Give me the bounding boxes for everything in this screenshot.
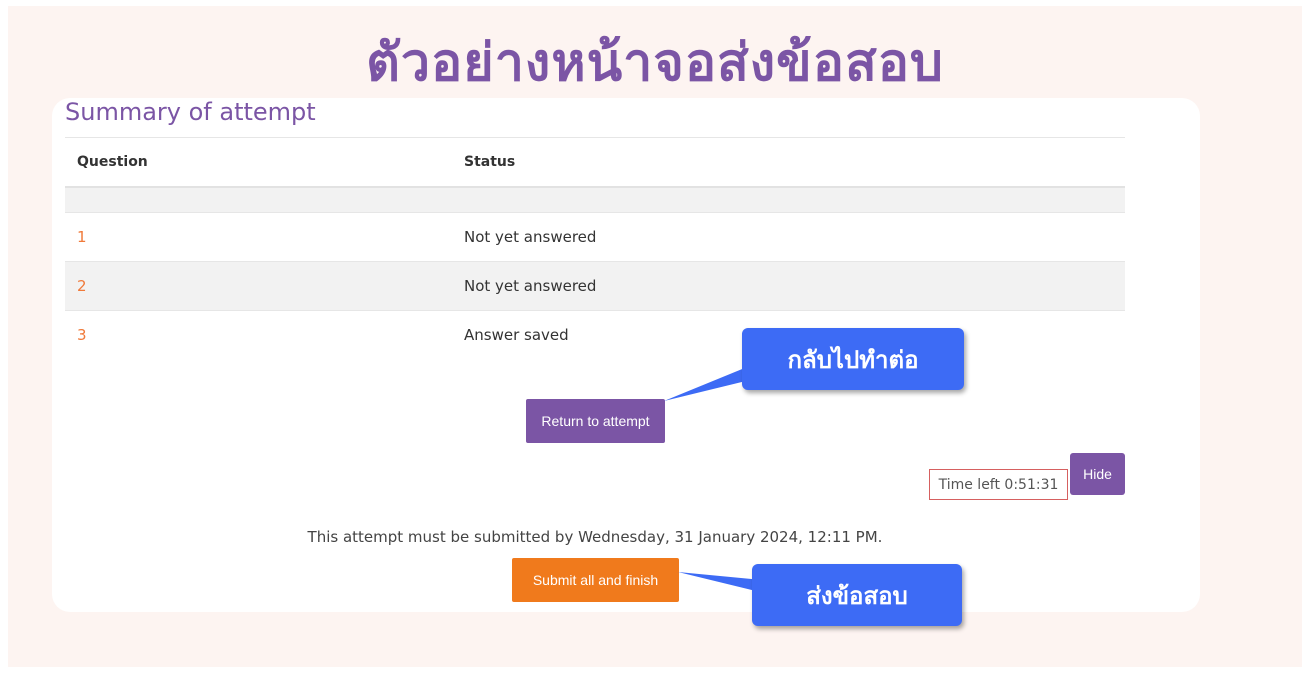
question-link-2[interactable]: 2 <box>77 277 87 295</box>
hide-timer-button[interactable]: Hide <box>1070 453 1125 495</box>
question-link-3[interactable]: 3 <box>77 326 87 344</box>
status-cell: Not yet answered <box>452 212 1125 262</box>
status-cell: Not yet answered <box>452 261 1125 311</box>
submission-deadline-text: This attempt must be submitted by Wednes… <box>307 528 883 546</box>
table-header-row: Question Status <box>65 137 1125 188</box>
table-row: 2 Not yet answered <box>65 261 1125 311</box>
attempt-summary-table: Question Status 1 Not yet answered 2 Not… <box>65 137 1125 359</box>
page-title: Summary of attempt <box>65 98 316 126</box>
table-row: 1 Not yet answered <box>65 212 1125 262</box>
slide-title: ตัวอย่างหน้าจอส่งข้อสอบ <box>366 33 944 93</box>
table-spacer-row <box>65 186 1125 213</box>
return-to-attempt-button[interactable]: Return to attempt <box>526 399 665 443</box>
submit-all-and-finish-button[interactable]: Submit all and finish <box>512 558 679 602</box>
time-left-display: Time left 0:51:31 <box>929 469 1068 500</box>
column-header-question: Question <box>65 137 452 188</box>
return-callout: กลับไปทำต่อ <box>742 328 964 390</box>
column-header-status: Status <box>452 137 1125 188</box>
question-link-1[interactable]: 1 <box>77 228 87 246</box>
submit-callout: ส่งข้อสอบ <box>752 564 962 626</box>
table-row: 3 Answer saved <box>65 310 1125 359</box>
